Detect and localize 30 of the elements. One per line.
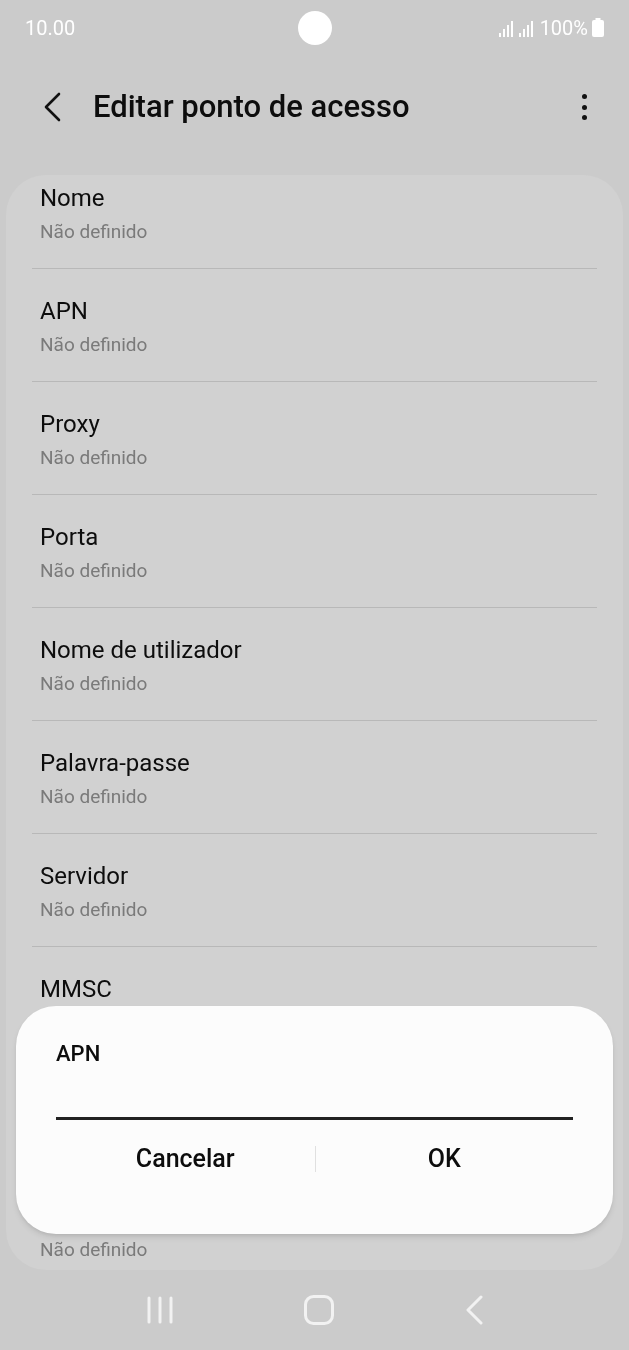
camera-icon: [298, 11, 332, 45]
setting-title: MMSC: [40, 974, 113, 1004]
setting-value: Não definido: [39, 1238, 149, 1263]
setting-row[interactable]: Proxy Não definido: [32, 382, 597, 495]
setting-value: Não definido: [40, 446, 149, 470]
setting-value: Não definido: [40, 220, 149, 244]
dialog-button[interactable]: Cancelar: [56, 1134, 315, 1184]
setting-row[interactable]: Palavra-passe Não definido: [32, 721, 597, 834]
setting-row[interactable]: Nome de utilizador Não definido: [32, 608, 597, 721]
signal-icon: [497, 18, 514, 37]
battery-icon: [592, 18, 604, 37]
signal-icon: [517, 18, 534, 37]
setting-value: Não definido: [40, 333, 149, 357]
setting-title: Porta: [40, 522, 100, 552]
setting-title: Proxy: [40, 409, 101, 439]
setting-row[interactable]: Nome Não definido: [32, 175, 597, 269]
setting-title: Nome de utilizador: [40, 635, 243, 665]
setting-value: Não definido: [40, 785, 149, 809]
setting-title: Servidor: [40, 861, 130, 891]
dialog-button[interactable]: OK: [315, 1134, 573, 1184]
setting-value: Não definido: [40, 559, 149, 583]
setting-row[interactable]: Porta Não definido: [32, 495, 597, 608]
setting-title: APN: [40, 296, 89, 326]
setting-value: Não definido: [40, 898, 149, 922]
setting-row[interactable]: Servidor Não definido: [32, 834, 597, 947]
page-title: Editar ponto de acesso: [93, 86, 410, 127]
setting-row[interactable]: APN Não definido: [32, 269, 597, 382]
setting-value: Não definido: [40, 672, 149, 696]
setting-title: Palavra-passe: [40, 748, 191, 778]
setting-title: Nome: [40, 183, 106, 213]
